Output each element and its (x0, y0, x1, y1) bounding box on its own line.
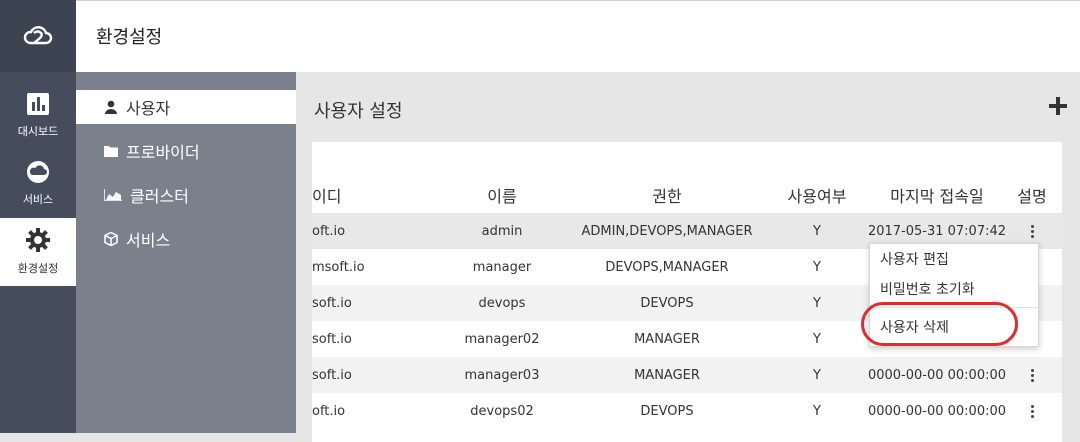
cell-name: manager02 (464, 331, 540, 347)
sub-item-services[interactable]: 서비스 (76, 222, 296, 256)
cell-enabled: Y (813, 403, 821, 419)
cell-role: MANAGER (634, 331, 700, 347)
column-header-enabled[interactable]: 사용여부 (772, 178, 862, 212)
table-row[interactable]: soft.io manager03 MANAGER Y 0000-00-00 0… (312, 357, 1062, 393)
sub-item-label: 사용자 (126, 99, 171, 118)
sub-item-users[interactable]: 사용자 (76, 90, 296, 124)
cell-name: manager03 (464, 367, 540, 383)
cloud-logo-icon (23, 26, 53, 45)
nav-rail: 대시보드 서비스 환경설정 (0, 0, 76, 433)
cell-name: admin (481, 223, 523, 239)
column-header-role[interactable]: 권한 (572, 178, 762, 212)
menu-divider (870, 307, 1038, 308)
sub-item-providers[interactable]: 프로바이더 (76, 134, 296, 168)
folder-icon (104, 145, 118, 157)
user-icon (104, 100, 118, 114)
cell-role: DEVOPS (640, 403, 694, 419)
cloud-icon (26, 161, 50, 186)
cell-id: oft.io (312, 223, 346, 239)
row-menu-icon[interactable] (1012, 357, 1052, 393)
cell-enabled: Y (813, 367, 821, 383)
rail-item-service[interactable]: 서비스 (0, 150, 76, 218)
sub-item-label: 프로바이더 (126, 143, 200, 162)
cell-role: MANAGER (634, 367, 700, 383)
cell-enabled: Y (813, 223, 821, 239)
rail-item-settings[interactable]: 환경설정 (0, 218, 76, 286)
cell-id: soft.io (312, 367, 352, 383)
rail-item-label: 대시보드 (17, 125, 59, 138)
column-header-name[interactable]: 이름 (448, 178, 556, 212)
menu-item-reset-password[interactable]: 비밀번호 초기화 (880, 280, 975, 300)
section-title: 사용자 설정 (314, 101, 403, 122)
table-header: 이디 이름 권한 사용여부 마지막 접속일 설명 (312, 178, 1062, 212)
cell-id: soft.io (312, 295, 352, 311)
cell-name: manager (472, 259, 532, 275)
cell-id: oft.io (312, 403, 346, 419)
rail-item-label: 서비스 (22, 193, 54, 206)
cell-id: soft.io (312, 331, 352, 347)
cell-last-login: 0000-00-00 00:00:00 (867, 403, 1007, 419)
column-header-description[interactable]: 설명 (1012, 178, 1052, 212)
row-context-menu: 사용자 편집 비밀번호 초기화 사용자 삭제 (869, 243, 1039, 347)
cell-role: ADMIN,DEVOPS,MANAGER (581, 223, 753, 239)
column-header-id[interactable]: 이디 (312, 178, 372, 212)
add-user-button[interactable] (1048, 96, 1068, 116)
sub-item-label: 서비스 (126, 231, 171, 250)
area-chart-icon (104, 189, 122, 201)
sub-item-clusters[interactable]: 클러스터 (76, 178, 296, 212)
gear-icon (26, 228, 50, 255)
rail-item-label: 환경설정 (17, 262, 59, 275)
top-header: 환경설정 (76, 0, 1080, 72)
table-row[interactable]: oft.io devops02 DEVOPS Y 0000-00-00 00:0… (312, 393, 1062, 429)
cell-last-login: 0000-00-00 00:00:00 (867, 367, 1007, 383)
cell-enabled: Y (813, 259, 821, 275)
row-menu-icon[interactable] (1012, 393, 1052, 429)
sub-item-label: 클러스터 (130, 187, 189, 206)
cell-name: devops (478, 295, 526, 311)
page-title: 환경설정 (96, 27, 163, 48)
bar-chart-icon (27, 93, 49, 118)
cell-role: DEVOPS,MANAGER (605, 259, 729, 275)
cell-role: DEVOPS (640, 295, 694, 311)
menu-item-delete-user[interactable]: 사용자 삭제 (880, 318, 949, 338)
sub-nav: 사용자 프로바이더 클러스터 서비스 (76, 72, 296, 433)
rail-item-dashboard[interactable]: 대시보드 (0, 82, 76, 150)
column-header-last-login[interactable]: 마지막 접속일 (867, 178, 1007, 212)
cell-enabled: Y (813, 295, 821, 311)
menu-item-edit-user[interactable]: 사용자 편집 (880, 250, 949, 270)
cube-icon (104, 232, 118, 246)
cell-name: devops02 (470, 403, 534, 419)
logo[interactable] (0, 0, 76, 72)
cell-enabled: Y (813, 331, 821, 347)
cell-id: msoft.io (312, 259, 365, 275)
